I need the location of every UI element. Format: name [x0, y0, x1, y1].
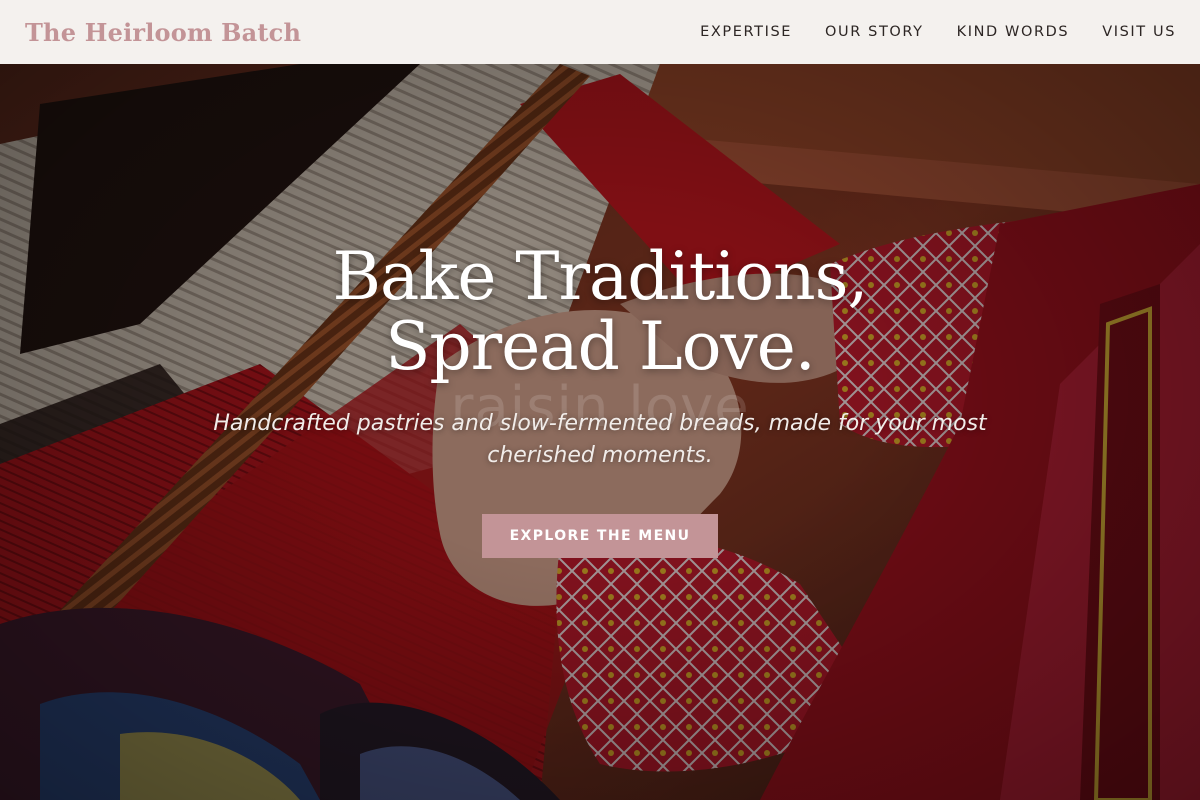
headline-line-1: Bake Traditions, [332, 238, 869, 315]
nav-kind-words[interactable]: KIND WORDS [957, 24, 1070, 40]
main-nav: EXPERTISE OUR STORY KIND WORDS VISIT US [700, 24, 1176, 40]
brand-logo[interactable]: The Heirloom Batch [25, 18, 301, 47]
nav-our-story[interactable]: OUR STORY [825, 24, 924, 40]
hero-content: Bake Traditions, Spread Love. raisin lov… [0, 64, 1200, 800]
site-header: The Heirloom Batch EXPERTISE OUR STORY K… [0, 0, 1200, 64]
nav-expertise[interactable]: EXPERTISE [700, 24, 792, 40]
headline-line-2: Spread Love. [385, 308, 816, 385]
nav-visit-us[interactable]: VISIT US [1102, 24, 1176, 40]
hero-headline: Bake Traditions, Spread Love. [0, 242, 1200, 382]
explore-menu-button[interactable]: EXPLORE THE MENU [482, 514, 718, 558]
hero-subheadline: Handcrafted pastries and slow-fermented … [213, 411, 987, 468]
